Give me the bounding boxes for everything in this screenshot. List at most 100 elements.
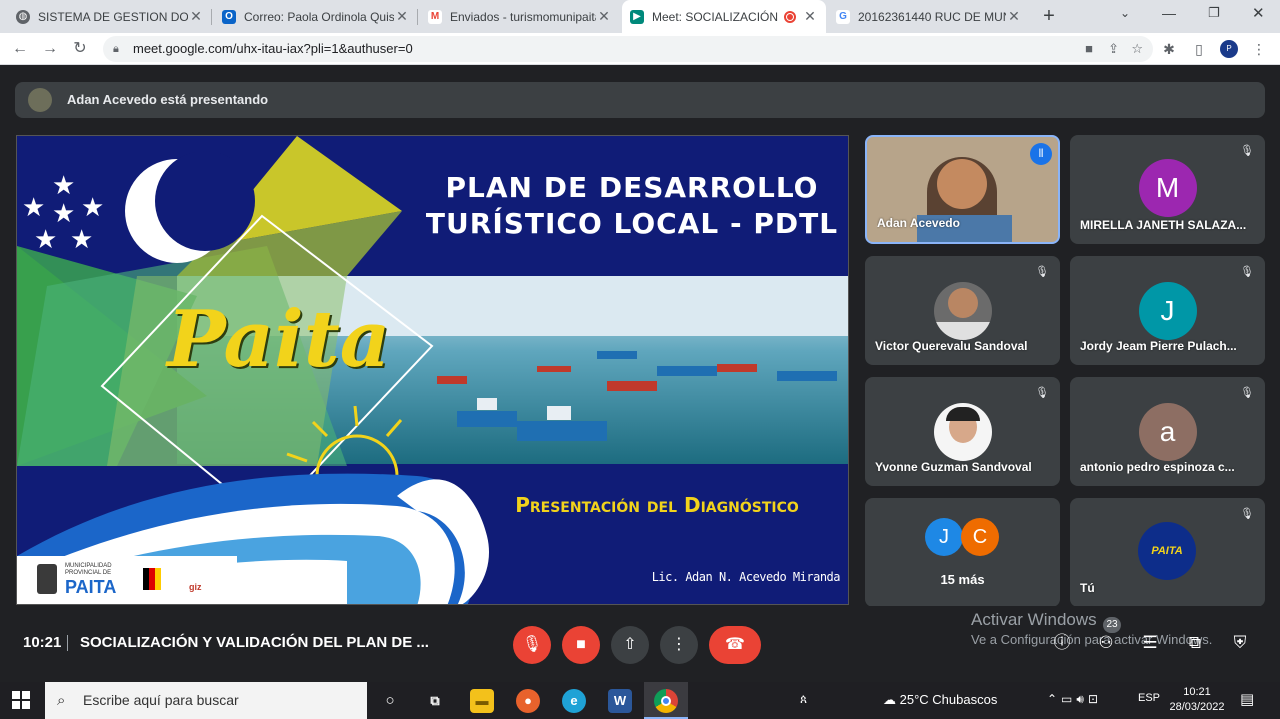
- back-icon[interactable]: ←: [10, 39, 30, 59]
- present-icon: ⇧: [623, 636, 637, 653]
- forward-icon[interactable]: →: [40, 39, 60, 59]
- avatar: M: [1138, 159, 1197, 217]
- side-panel-icon[interactable]: ▯: [1190, 40, 1208, 58]
- participant-tile[interactable]: 🎙︎ M MIRELLA JANETH SALAZA...: [1070, 135, 1265, 244]
- language-indicator[interactable]: ESP: [1138, 692, 1160, 704]
- self-avatar-logo: PAITA: [1138, 522, 1196, 580]
- browser-tab[interactable]: M Enviados - turismomunipaita ✕: [420, 0, 620, 33]
- task-view-icon[interactable]: ⧉: [423, 689, 447, 713]
- participant-tile[interactable]: 🎙︎ a antonio pedro espinoza c...: [1070, 377, 1265, 486]
- close-tab-icon[interactable]: ✕: [802, 8, 818, 25]
- word-icon[interactable]: W: [608, 689, 632, 713]
- tray-icons[interactable]: ⌃▭🔊︎⊡: [1047, 692, 1102, 707]
- reload-icon[interactable]: ↻: [70, 39, 90, 59]
- url-field[interactable]: 🔒︎ meet.google.com/uhx-itau-iax?pli=1&au…: [103, 36, 1153, 62]
- participant-name: Jordy Jeam Pierre Pulach...: [1080, 339, 1237, 353]
- mic-off-icon: 🎙︎: [521, 636, 543, 653]
- camera-toggle-button[interactable]: ■: [562, 626, 600, 664]
- bookmark-star-icon[interactable]: ☆: [1131, 36, 1143, 62]
- weather-widget[interactable]: ☁︎ 25°C Chubascos: [883, 692, 997, 708]
- svg-text:★: ★: [52, 171, 75, 201]
- people-button[interactable]: ⚇ 23: [1094, 617, 1121, 655]
- google-icon: G: [836, 9, 850, 24]
- people-count-badge: 23: [1103, 617, 1121, 633]
- slide-title-line2: TURÍSTICO LOCAL - PDTL: [425, 207, 839, 240]
- presenter-face: [937, 159, 987, 209]
- presenter-avatar: [28, 88, 52, 112]
- participant-tile[interactable]: 🎙︎ Victor Querevalu Sandoval: [865, 256, 1060, 365]
- notification-icon[interactable]: ▤: [1240, 690, 1254, 708]
- meeting-details-button[interactable]: ⓘ: [1050, 631, 1074, 655]
- mic-off-icon: 🎙︎: [1240, 508, 1254, 520]
- menu-icon[interactable]: ⋮: [1250, 40, 1268, 58]
- windows-start-icon[interactable]: [12, 691, 30, 709]
- firefox-icon[interactable]: ●: [516, 689, 540, 713]
- close-tab-icon[interactable]: ✕: [1006, 8, 1022, 25]
- activities-icon: ⧉: [1188, 633, 1202, 652]
- activities-button[interactable]: ⧉: [1183, 631, 1207, 655]
- cortana-icon[interactable]: ○: [378, 689, 402, 713]
- globe-icon: ◍: [16, 9, 30, 24]
- avatar: a: [1138, 403, 1197, 461]
- chrome-taskbar-active[interactable]: [644, 682, 688, 719]
- chat-icon: ☰: [1142, 633, 1158, 652]
- info-icon: ⓘ: [1053, 633, 1071, 652]
- more-participants-tile[interactable]: J C 15 más: [865, 498, 1060, 607]
- shared-presentation[interactable]: ★ ★ ★ ★ ★ ★ PLAN DE DESARROLLO TURÍSTICO LOC…: [16, 135, 849, 605]
- participant-tile[interactable]: 🎙︎ Yvonne Guzman Sandvoval: [865, 377, 1060, 486]
- people-tray-icon[interactable]: ጰ: [800, 692, 807, 707]
- taskbar-clock[interactable]: 10:21 28/03/2022: [1168, 685, 1226, 715]
- browser-tab[interactable]: ◍ SISTEMA DE GESTION DOCU ✕: [8, 0, 212, 33]
- participant-name: antonio pedro espinoza c...: [1080, 460, 1235, 474]
- presenting-banner: Adan Acevedo está presentando: [15, 82, 1265, 118]
- cloud-rain-icon: ☁︎: [883, 692, 896, 707]
- browser-tab[interactable]: G 20162361440 RUC DE MUNI ✕: [828, 0, 1030, 33]
- avatar: J: [925, 518, 963, 556]
- close-tab-icon[interactable]: ✕: [394, 8, 410, 25]
- leave-call-button[interactable]: ☎︎: [709, 626, 761, 664]
- hang-up-icon: ☎︎: [725, 636, 745, 653]
- mic-off-icon: 🎙︎: [1035, 387, 1049, 399]
- minimize-button[interactable]: —: [1162, 5, 1176, 21]
- people-icon: ⚇: [1098, 633, 1114, 652]
- svg-text:★: ★: [81, 193, 104, 223]
- taskbar-search-field[interactable]: ⌕ Escribe aquí para buscar: [45, 682, 367, 719]
- slide-author: Lic. Adan N. Acevedo Miranda: [651, 570, 841, 584]
- new-tab-button[interactable]: +: [1038, 5, 1060, 27]
- self-tile[interactable]: 🎙︎ PAITA Tú: [1070, 498, 1265, 607]
- profile-avatar[interactable]: P: [1220, 40, 1238, 58]
- host-controls-button[interactable]: ⛨: [1228, 631, 1252, 655]
- muni-logo-line2: PROVINCIAL DE: [65, 570, 112, 576]
- close-tab-icon[interactable]: ✕: [188, 8, 204, 25]
- browser-tab-active[interactable]: ▶ Meet: SOCIALIZACIÓN Y ✕: [622, 0, 826, 33]
- camera-icon[interactable]: ■: [1085, 36, 1093, 62]
- participant-name: MIRELLA JANETH SALAZA...: [1080, 218, 1247, 232]
- windows-taskbar: ⌕ Escribe aquí para buscar ○ ⧉ ▬ ● e W ጰ…: [0, 682, 1280, 719]
- mic-toggle-button[interactable]: 🎙︎: [513, 626, 551, 664]
- avatar: J: [1138, 282, 1197, 340]
- file-explorer-icon[interactable]: ▬: [470, 689, 494, 713]
- camera-off-icon: ■: [576, 636, 586, 653]
- chat-button[interactable]: ☰: [1138, 631, 1162, 655]
- extensions-icon[interactable]: ✱: [1160, 40, 1178, 58]
- present-screen-button[interactable]: ⇧: [611, 626, 649, 664]
- participant-tile-speaking[interactable]: ⦀ Adan Acevedo: [865, 135, 1060, 244]
- more-options-button[interactable]: ⋮: [660, 626, 698, 664]
- browser-tab-bar: ◍ SISTEMA DE GESTION DOCU ✕ O Correo: Pa…: [0, 0, 1280, 33]
- tab-search-icon[interactable]: ⌄: [1120, 6, 1130, 20]
- participant-tile[interactable]: 🎙︎ J Jordy Jeam Pierre Pulach...: [1070, 256, 1265, 365]
- browser-tab[interactable]: O Correo: Paola Ordinola Quisp ✕: [214, 0, 418, 33]
- close-tab-icon[interactable]: ✕: [596, 8, 612, 25]
- mic-off-icon: 🎙︎: [1240, 145, 1254, 157]
- restore-button[interactable]: ❐: [1208, 5, 1220, 21]
- avatar: [933, 282, 992, 340]
- share-icon[interactable]: ⇪: [1108, 36, 1119, 62]
- close-window-button[interactable]: ✕: [1252, 4, 1265, 22]
- svg-text:★: ★: [34, 225, 57, 255]
- meeting-clock: 10:21: [23, 634, 62, 651]
- mic-off-icon: 🎙︎: [1240, 266, 1254, 278]
- participant-name: Yvonne Guzman Sandvoval: [875, 460, 1032, 474]
- activate-windows-title: Activar Windows: [971, 610, 1097, 629]
- meeting-title: SOCIALIZACIÓN Y VALIDACIÓN DEL PLAN DE .…: [80, 634, 429, 651]
- edge-icon[interactable]: e: [562, 689, 586, 713]
